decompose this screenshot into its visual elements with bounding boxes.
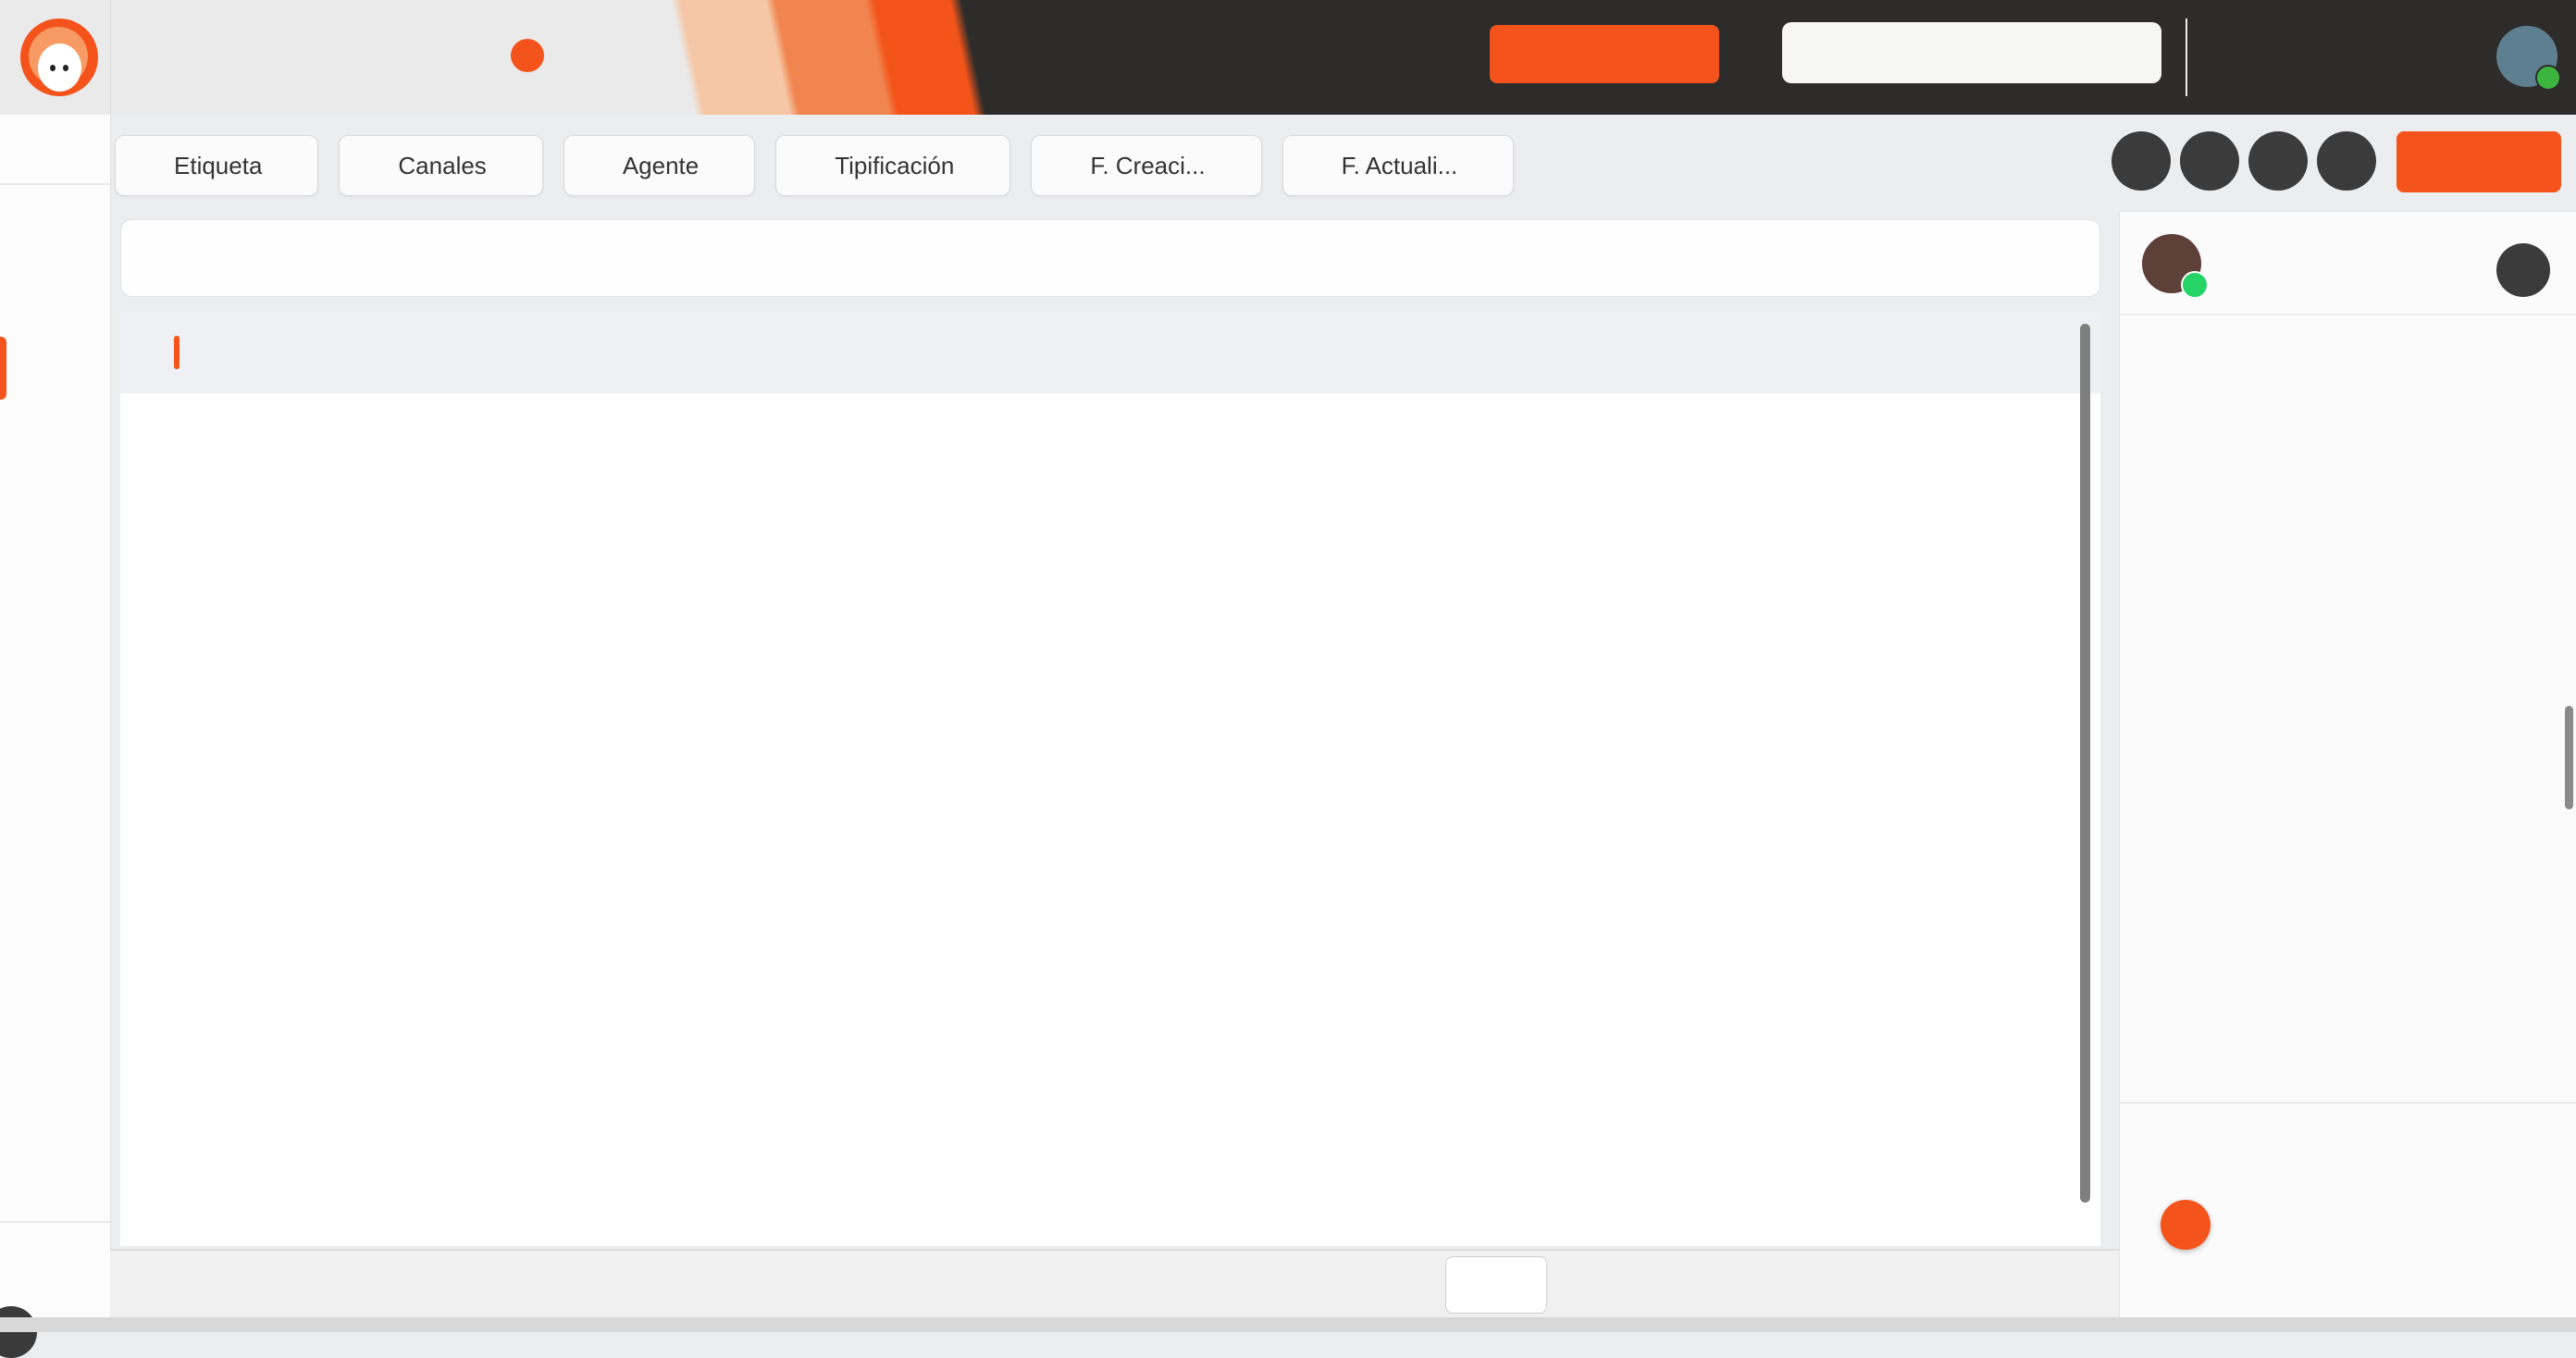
filter-bar: Etiqueta Canales Agente Tipificación F. … [115, 135, 1515, 196]
typing-icon [797, 154, 822, 179]
chat-lines-icon [2124, 144, 2158, 178]
top-header [0, 0, 2576, 115]
messages-button[interactable] [2112, 131, 2171, 191]
chat-icon [2508, 255, 2538, 285]
open-chat-button[interactable] [2496, 243, 2550, 297]
etiquetas-section-header[interactable] [2142, 1126, 2557, 1163]
sidebar-toggle-icon [35, 134, 76, 175]
calendar-icon [1052, 154, 1077, 179]
prev-page-button[interactable] [1961, 1267, 1996, 1302]
select-all-checkbox[interactable] [174, 335, 180, 369]
help-icon[interactable] [34, 1264, 77, 1306]
tag-icon [136, 154, 161, 179]
table-header [120, 312, 2100, 393]
pagination-bar [110, 1249, 2119, 1319]
divider [2186, 19, 2187, 96]
chevron-up-icon[interactable] [2526, 672, 2554, 699]
stop-acting-button[interactable] [1490, 25, 1719, 83]
divider [2120, 1102, 2576, 1104]
page-size-select[interactable] [1445, 1256, 1547, 1314]
chevron-down-icon [1490, 1273, 1514, 1297]
info-icon[interactable] [511, 39, 544, 72]
filter-button-canales[interactable]: Canales [339, 135, 543, 196]
next-page-button[interactable] [2044, 1267, 2079, 1302]
panel-scrollbar[interactable] [2565, 706, 2573, 809]
table-scrollbar[interactable] [2080, 324, 2090, 1203]
filter-label: F. Actuali... [1341, 151, 1458, 179]
sidebar-item-contacts[interactable] [0, 333, 110, 403]
table-search-input[interactable] [121, 220, 2029, 296]
online-check-icon [2535, 65, 2561, 91]
client-detail-panel [2119, 211, 2576, 1332]
acting-as-block [1162, 22, 1505, 33]
chevron-down-icon [1219, 154, 1241, 177]
board-icon [35, 278, 76, 318]
transfer-icon [2261, 144, 2295, 178]
person-off-icon [2193, 144, 2226, 178]
column-header-sorted[interactable] [1802, 340, 2100, 365]
table-search[interactable] [120, 219, 2100, 297]
filter-button-agente[interactable]: Agente [563, 135, 756, 196]
app: Etiqueta Canales Agente Tipificación F. … [0, 0, 2576, 1358]
download-button[interactable] [2317, 131, 2376, 191]
filter-label: Etiqueta [174, 151, 263, 179]
header-search-input[interactable] [1804, 22, 2104, 85]
chevron-down-icon [500, 154, 522, 177]
filter-button-etiqueta[interactable]: Etiqueta [115, 135, 319, 196]
contact-card-icon [35, 348, 76, 389]
sidebar-item-collapse[interactable] [0, 126, 110, 185]
header-search[interactable] [1782, 22, 2161, 85]
panel-header [2120, 212, 2576, 315]
window-scrollbar-track[interactable] [0, 1317, 2576, 1332]
sort-desc-icon[interactable] [1812, 340, 1838, 365]
client-info-section-header[interactable] [2142, 667, 2557, 704]
chevron-down-icon [275, 154, 297, 177]
person-icon [585, 154, 610, 179]
search-icon[interactable] [2117, 38, 2147, 68]
filter-label: Agente [622, 151, 700, 179]
transfer-button[interactable] [2248, 131, 2308, 191]
chat-outline-icon [35, 207, 76, 248]
tag-icon [2142, 1130, 2170, 1158]
atom-logo [20, 19, 98, 96]
filter-button-factuali[interactable]: F. Actuali... [1282, 135, 1515, 196]
whatsapp-icon [2181, 271, 2209, 299]
chevron-down-icon [967, 154, 989, 177]
avatar[interactable] [2496, 26, 2561, 91]
user-info[interactable] [2284, 25, 2487, 32]
chevron-down-icon [712, 154, 734, 177]
bell-icon[interactable] [2217, 35, 2260, 78]
filter-button-tipificacin[interactable]: Tipificación [775, 135, 1011, 196]
sidebar-item-conversations[interactable] [0, 192, 110, 263]
filter-label: Canales [398, 151, 487, 179]
sidebar-item-boards[interactable] [0, 263, 110, 333]
divider [110, 0, 111, 115]
filter-funnel-icon [1140, 141, 1179, 179]
calendar-icon [1304, 154, 1329, 179]
sidebar [0, 115, 111, 1332]
create-button[interactable] [2396, 131, 2561, 192]
unassign-button[interactable] [2180, 131, 2239, 191]
download-icon [2330, 144, 2363, 178]
add-tag-button[interactable] [2161, 1200, 2211, 1250]
first-page-button[interactable] [1877, 1267, 1913, 1302]
document-icon [2142, 672, 2170, 699]
divider [0, 1221, 110, 1223]
clients-table [120, 312, 2100, 1246]
chevron-down-icon [1470, 154, 1492, 177]
client-avatar [2142, 234, 2209, 299]
channels-icon [360, 154, 385, 179]
action-buttons [2112, 131, 2376, 191]
chevron-up-icon[interactable] [2526, 1130, 2554, 1158]
filter-label: Tipificación [835, 151, 955, 179]
